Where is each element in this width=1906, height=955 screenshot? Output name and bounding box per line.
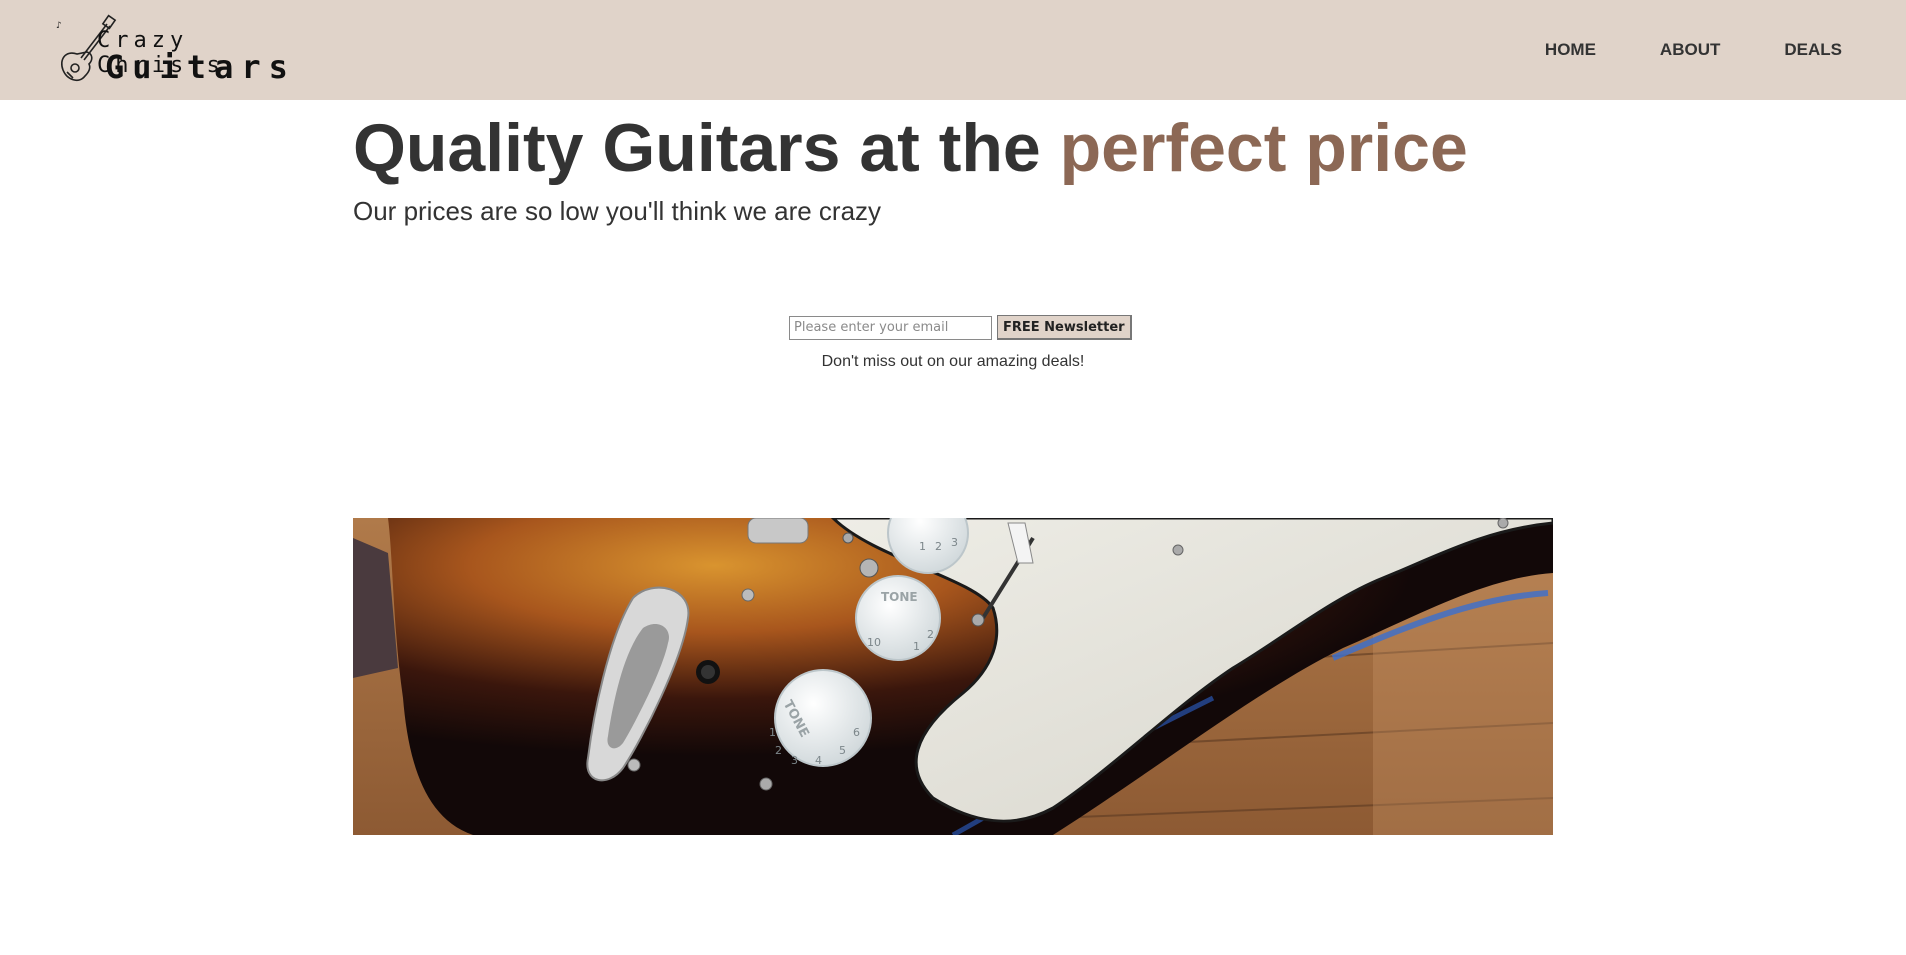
nav-about[interactable]: ABOUT (1660, 40, 1720, 60)
site-header: ♪ Crazy Chris's Guitars HOME ABOUT DEALS (0, 0, 1906, 100)
knob-number: 5 (839, 744, 846, 757)
main-nav: HOME ABOUT DEALS (1545, 0, 1906, 100)
hero-title-accent: perfect price (1059, 110, 1468, 186)
knob-number: 1 (913, 640, 920, 653)
knob-number: 2 (775, 744, 782, 757)
logo-text-bottom: Guitars (105, 48, 296, 86)
guitar-photo: TONE TONE 1 2 3 10 1 2 1 2 3 4 5 6 (353, 518, 1553, 835)
knob-number: 4 (815, 754, 822, 767)
knob-number: 3 (791, 754, 798, 767)
knob-number: 1 (919, 540, 926, 553)
knob-number: 2 (935, 540, 942, 553)
hero-title: Quality Guitars at the perfect price (353, 108, 1468, 188)
nav-home[interactable]: HOME (1545, 40, 1596, 60)
logo[interactable]: ♪ Crazy Chris's Guitars (55, 12, 300, 88)
hero-title-main: Quality Guitars at the (353, 110, 1060, 186)
newsletter-note: Don't miss out on our amazing deals! (821, 353, 1085, 370)
knob-number: 1 (769, 726, 776, 739)
knob-number: 3 (951, 536, 958, 549)
knob-number: 6 (853, 726, 860, 739)
email-input[interactable] (789, 315, 992, 340)
nav-deals[interactable]: DEALS (1784, 40, 1842, 60)
knob-number: 10 (867, 636, 881, 649)
knob-number: 2 (927, 628, 934, 641)
newsletter-button[interactable]: FREE Newsletter (997, 315, 1132, 340)
knob-label-tone-1: TONE (881, 590, 918, 604)
newsletter-form: FREE Newsletter (789, 315, 1132, 340)
guitar-illustration (353, 518, 1553, 835)
hero-subtitle: Our prices are so low you'll think we ar… (353, 196, 882, 226)
svg-text:♪: ♪ (56, 21, 62, 31)
